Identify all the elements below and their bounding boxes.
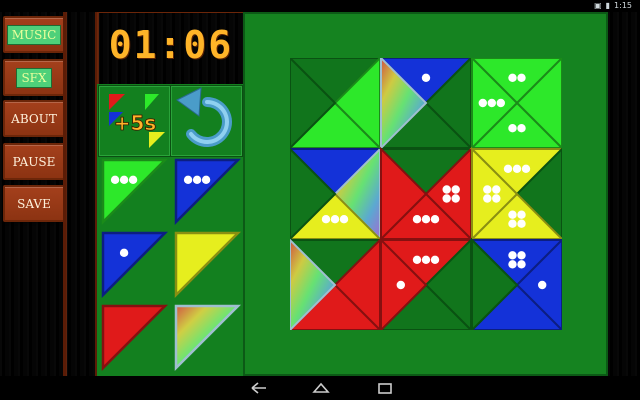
pip-dot (508, 260, 517, 269)
board-cell[interactable] (469, 237, 562, 330)
piece-tray: +5s (97, 84, 243, 376)
pip-dot (483, 194, 492, 203)
save-button[interactable]: SAVE (3, 185, 65, 222)
pip-dot (517, 210, 526, 219)
tray-green-piece[interactable] (101, 158, 169, 226)
pause-button[interactable]: PAUSE (3, 143, 65, 180)
pip-dot (451, 194, 460, 203)
pip-dot (492, 185, 501, 194)
bonus-time-icon: +5s (109, 94, 165, 148)
bonus-time-button[interactable]: +5s (98, 85, 171, 157)
pip-dot (517, 73, 526, 82)
sfx-label: SFX (16, 67, 52, 88)
pip-dot (508, 251, 517, 260)
undo-button[interactable] (170, 85, 243, 157)
pip-dot (201, 175, 211, 185)
home-icon[interactable] (311, 380, 331, 396)
pip-dot (430, 255, 440, 264)
pip-dot (442, 185, 451, 194)
board-cell[interactable] (290, 58, 383, 151)
pip-dot (517, 260, 526, 269)
pip-dot (110, 175, 120, 185)
pip-dot (421, 73, 431, 82)
navigation-bar (0, 376, 640, 400)
about-button[interactable]: ABOUT (3, 100, 65, 137)
pip-dot (512, 164, 522, 173)
pip-dot (119, 175, 129, 185)
pip-dot (517, 219, 526, 228)
battery-icon: ▮ (605, 1, 611, 10)
pip-dot (430, 215, 440, 224)
pip-dot (538, 280, 547, 290)
pip-dot (521, 164, 531, 173)
pip-dot (451, 185, 460, 194)
save-label: SAVE (17, 196, 51, 211)
status-bar: ▣ ▮ 1:15 (0, 0, 640, 12)
timer-display: 01:06 (108, 23, 234, 67)
music-toggle-button[interactable]: MUSIC (3, 16, 65, 53)
board-cell[interactable] (378, 146, 474, 242)
pip-dot (487, 98, 496, 108)
pip-dot (192, 175, 202, 185)
pip-dot (412, 215, 422, 224)
menu-panel: MUSIC SFX ABOUT PAUSE SAVE (0, 12, 65, 376)
tray-pieces (101, 158, 242, 372)
pip-dot (503, 164, 513, 173)
tray-rainbow-piece[interactable] (174, 304, 242, 372)
about-label: ABOUT (11, 111, 57, 126)
pip-dot (339, 215, 349, 224)
music-label: MUSIC (6, 24, 62, 45)
pip-dot (478, 98, 487, 108)
bonus-time-label: +5s (114, 111, 157, 135)
pip-dot (508, 210, 517, 219)
pip-dot (330, 215, 340, 224)
status-icons: ▣ ▮ 1:15 (594, 1, 632, 10)
tray-yellow-piece[interactable] (174, 231, 242, 299)
pip-dot (128, 175, 138, 185)
pip-dot (442, 194, 451, 203)
tray-red-piece[interactable] (101, 304, 169, 372)
timer-panel: 01:06 (97, 12, 245, 86)
pause-label: PAUSE (12, 154, 56, 169)
board-cell[interactable] (469, 146, 562, 242)
pip-dot (508, 73, 517, 82)
pip-dot (421, 215, 431, 224)
pip-dot (412, 255, 422, 264)
sfx-toggle-button[interactable]: SFX (3, 59, 65, 96)
pip-dot (119, 248, 129, 258)
pip-dot (483, 185, 492, 194)
pip-dot (396, 280, 405, 290)
pip-dot (183, 175, 193, 185)
recents-icon[interactable] (375, 380, 395, 396)
pip-dot (508, 219, 517, 228)
pip-dot (508, 124, 517, 133)
wood-strip (66, 12, 96, 376)
undo-arrow-icon (176, 87, 232, 147)
pip-dot (496, 98, 505, 108)
game-board[interactable] (290, 58, 562, 330)
pip-dot (421, 255, 431, 264)
board-cell[interactable] (469, 58, 562, 151)
pip-dot (321, 215, 331, 224)
right-wood-panel (608, 12, 640, 376)
tray-blue-piece[interactable] (174, 158, 242, 226)
back-icon[interactable] (248, 380, 268, 396)
pip-dot (517, 251, 526, 260)
board-cell[interactable] (378, 237, 474, 330)
tray-blue-piece[interactable] (101, 231, 169, 299)
board-cell[interactable] (378, 58, 474, 151)
status-time: 1:15 (614, 1, 632, 10)
board-cell[interactable] (290, 237, 383, 330)
board-cell[interactable] (290, 146, 383, 242)
notification-icon: ▣ (594, 1, 602, 10)
pip-dot (492, 194, 501, 203)
pip-dot (517, 124, 526, 133)
